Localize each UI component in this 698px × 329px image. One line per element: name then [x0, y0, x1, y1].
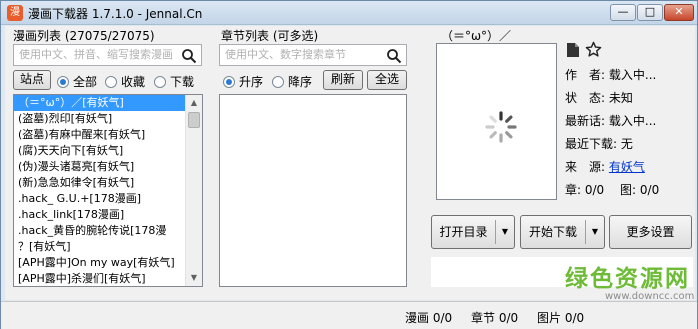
recent-download-label: 最近下载: [565, 137, 618, 151]
sort-ascending-radio[interactable]: 升序 [223, 73, 263, 90]
comic-list-item[interactable]: ？[有妖气] [14, 239, 202, 255]
status-chapter-value: 0/0 [498, 311, 519, 325]
author-label: 作 者: [565, 68, 606, 82]
comic-list-label: 漫画列表 (27075/27075) [13, 29, 155, 43]
cover-preview [436, 43, 557, 200]
start-download-dropdown-icon[interactable]: ▼ [586, 216, 604, 248]
maximize-button[interactable]: □ [637, 4, 663, 21]
watermark: 绿色资源网 www.downcc.com [565, 259, 695, 319]
comic-search-input[interactable] [19, 48, 178, 61]
progress-count-row: 章: 0/0 图: 0/0 [565, 181, 659, 198]
recent-download-row: 最近下载: 无 [565, 135, 633, 152]
comic-list-item[interactable]: .hack_ G.U.+[178漫画] [14, 191, 202, 207]
chapter-count-value: 0/0 [584, 183, 605, 197]
comic-list-item[interactable]: .hack_黄昏的腕轮传说[178漫 [14, 223, 202, 239]
sort-descending-radio[interactable]: 降序 [272, 73, 312, 90]
site-button[interactable]: 站点 [13, 70, 51, 90]
watermark-url: www.downcc.com [605, 291, 695, 302]
open-directory-split-button[interactable]: 打开目录 ▼ [431, 215, 515, 249]
latest-label: 最新话: [565, 114, 606, 128]
preview-title: （＝°ω°）／ [441, 29, 512, 43]
close-button[interactable]: ✕ [664, 4, 694, 21]
comic-list-item[interactable]: (腐)天天向下[有妖气] [14, 143, 202, 159]
status-chapter-label: 章节 [471, 311, 496, 325]
comic-list-item[interactable]: (新)急急如律令[有妖气] [14, 175, 202, 191]
refresh-button[interactable]: 刷新 [323, 70, 363, 90]
search-icon[interactable] [181, 48, 197, 64]
scroll-down-arrow-icon[interactable]: ▼ [186, 270, 202, 286]
status-image-label: 图片 [537, 311, 562, 325]
status-label: 状 态: [565, 91, 606, 105]
comic-list-item[interactable]: (盗墓)有麻中醒来[有妖气] [14, 127, 202, 143]
image-count-value: 0/0 [639, 183, 660, 197]
search-icon[interactable] [386, 48, 402, 64]
author-value: 载入中... [608, 68, 657, 82]
sort-ascending-label: 升序 [239, 75, 264, 89]
source-label: 来 源: [565, 160, 606, 174]
minimize-button[interactable]: — [610, 4, 636, 21]
comic-search-box [13, 44, 202, 66]
comic-list-item[interactable]: （＝°ω°）／[有妖气] [14, 95, 202, 111]
sort-descending-label: 降序 [288, 75, 313, 89]
open-directory-button[interactable]: 打开目录 [432, 216, 495, 248]
more-settings-button[interactable]: 更多设置 [609, 215, 692, 249]
open-directory-dropdown-icon[interactable]: ▼ [496, 216, 514, 248]
comic-list-item[interactable]: [APH露中]杀漫们[有妖气] [14, 271, 202, 286]
filter-downloaded-radio[interactable]: 下载 [154, 73, 194, 90]
status-value: 未知 [608, 91, 633, 105]
chapter-search-box [219, 44, 407, 66]
chapter-count-label: 章: [565, 183, 582, 197]
chapter-list[interactable] [219, 94, 407, 287]
comic-list-item[interactable]: [APH露中]On my way[有妖气] [14, 255, 202, 271]
watermark-text: 绿色资源网 [565, 266, 690, 292]
start-download-button[interactable]: 开始下载 [521, 216, 585, 248]
comic-list-scrollbar[interactable]: ▲ ▼ [185, 95, 202, 286]
filter-favorites-label: 收藏 [121, 75, 146, 89]
filter-all-label: 全部 [73, 75, 98, 89]
status-chapter-count: 章节 0/0 [471, 309, 518, 326]
favorite-star-icon[interactable] [585, 41, 602, 58]
recent-download-value: 无 [620, 137, 633, 151]
status-comic-count: 漫画 0/0 [405, 309, 452, 326]
filter-favorites-radio[interactable]: 收藏 [105, 73, 145, 90]
status-comic-value: 0/0 [432, 311, 453, 325]
document-icon[interactable] [566, 42, 580, 58]
select-all-button[interactable]: 全选 [367, 70, 407, 90]
app-window: 漫 漫画下载器 1.7.1.0 - Jennal.Cn — □ ✕ 漫画列表 (… [0, 0, 698, 329]
scroll-up-arrow-icon[interactable]: ▲ [186, 95, 202, 111]
filter-downloaded-label: 下载 [170, 75, 195, 89]
comic-list-item[interactable]: .hack_link[178漫画] [14, 207, 202, 223]
status-comic-label: 漫画 [405, 311, 430, 325]
chapter-list-label: 章节列表 (可多选) [221, 29, 319, 43]
scroll-thumb[interactable] [188, 112, 200, 128]
comic-list[interactable]: （＝°ω°）／[有妖气] (盗墓)烈印[有妖气] (盗墓)有麻中醒来[有妖气] (腐)… [13, 94, 203, 287]
comic-list-item[interactable]: (盗墓)烈印[有妖气] [14, 111, 202, 127]
source-row: 来 源: 有妖气 [565, 158, 645, 175]
window-title: 漫画下载器 1.7.1.0 - Jennal.Cn [28, 7, 203, 21]
latest-row: 最新话: 载入中... [565, 112, 656, 129]
app-logo-icon: 漫 [7, 5, 23, 21]
comic-list-item[interactable]: (伪)漫头诸葛亮[有妖气] [14, 159, 202, 175]
more-settings-label: 更多设置 [626, 225, 675, 239]
status-row: 状 态: 未知 [565, 89, 633, 106]
source-link[interactable]: 有妖气 [609, 160, 645, 174]
title-bar: 漫 漫画下载器 1.7.1.0 - Jennal.Cn — □ ✕ [1, 1, 697, 25]
image-count-label: 图: [620, 183, 637, 197]
start-download-split-button[interactable]: 开始下载 ▼ [520, 215, 605, 249]
latest-value: 载入中... [608, 114, 657, 128]
loading-spinner-icon [485, 111, 517, 143]
chapter-search-input[interactable] [225, 48, 383, 61]
filter-all-radio[interactable]: 全部 [57, 73, 97, 90]
author-row: 作 者: 载入中... [565, 66, 656, 83]
